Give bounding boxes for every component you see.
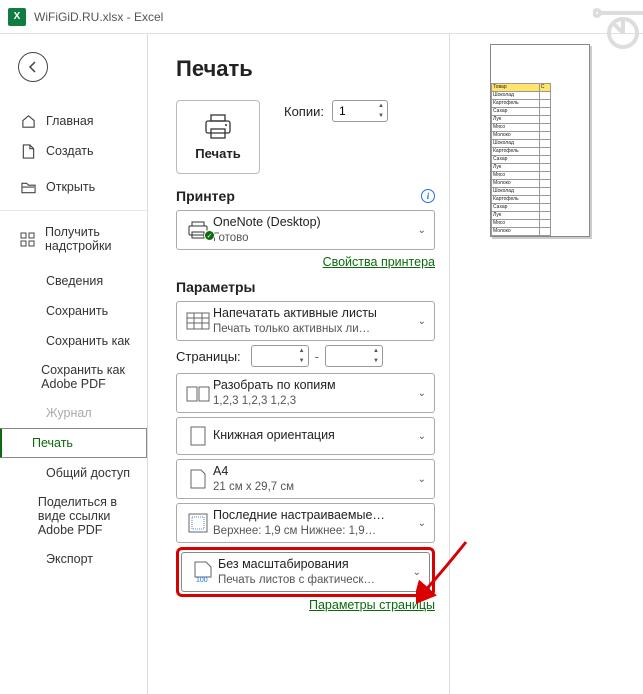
new-icon xyxy=(20,143,36,159)
paper-secondary: 21 см x 29,7 см xyxy=(213,480,416,494)
pages-separator: - xyxy=(315,349,319,364)
sidebar-item-new[interactable]: Создать xyxy=(0,136,147,166)
margins-secondary: Верхнее: 1,9 см Нижнее: 1,9… xyxy=(213,524,416,538)
sidebar: Главная Создать Открыть Получить надстро… xyxy=(0,34,148,694)
preview-table: ТоварСШоколадКартофельСахарЛукМясоМолоко… xyxy=(491,83,551,236)
sidebar-item-export[interactable]: Экспорт xyxy=(0,544,147,574)
sidebar-item-print[interactable]: Печать xyxy=(0,428,147,458)
back-button[interactable] xyxy=(18,52,48,82)
pages-label: Страницы: xyxy=(176,349,241,364)
orientation-label: Книжная ориентация xyxy=(213,428,416,444)
page-title: Печать xyxy=(176,56,435,82)
print-what-primary: Напечатать активные листы xyxy=(213,306,416,322)
sidebar-item-saveas-pdf[interactable]: Сохранить как Adobe PDF xyxy=(0,356,147,398)
chevron-down-icon: ⌄ xyxy=(416,225,428,236)
sidebar-label: Поделиться в виде ссылки Adobe PDF xyxy=(38,495,147,537)
window-title: WiFiGiD.RU.xlsx - Excel xyxy=(34,10,163,24)
sidebar-label: Открыть xyxy=(46,180,95,194)
highlight-annotation: 100 Без масштабирования Печать листов с … xyxy=(176,547,435,597)
sidebar-label: Сведения xyxy=(46,274,103,288)
preview-sheet: ТоварСШоколадКартофельСахарЛукМясоМолоко… xyxy=(490,44,590,237)
printer-icon xyxy=(203,114,233,140)
paper-dropdown[interactable]: A4 21 см x 29,7 см ⌄ xyxy=(176,459,435,499)
excel-app-icon: X xyxy=(8,8,26,26)
sidebar-label: Создать xyxy=(46,144,94,158)
addins-icon xyxy=(20,231,35,247)
sidebar-item-save[interactable]: Сохранить xyxy=(0,296,147,326)
orientation-dropdown[interactable]: Книжная ориентация ⌄ xyxy=(176,417,435,455)
printer-dropdown[interactable]: ✓ OneNote (Desktop) Готово ⌄ xyxy=(176,210,435,250)
copies-spinner[interactable]: ▲▼ xyxy=(375,101,387,121)
print-what-dropdown[interactable]: Напечатать активные листы Печать только … xyxy=(176,301,435,341)
scaling-icon: 100 xyxy=(188,561,218,583)
chevron-down-icon: ⌄ xyxy=(416,431,428,442)
margins-icon xyxy=(183,513,213,533)
sidebar-label: Печать xyxy=(32,436,73,450)
sheets-icon xyxy=(183,312,213,330)
parameters-section-title: Параметры xyxy=(176,279,256,295)
sidebar-item-share[interactable]: Общий доступ xyxy=(0,458,147,488)
sidebar-item-share-pdf[interactable]: Поделиться в виде ссылки Adobe PDF xyxy=(0,488,147,544)
info-icon[interactable]: i xyxy=(421,189,435,203)
page-setup-link[interactable]: Параметры страницы xyxy=(309,598,435,612)
printer-section-title: Принтер xyxy=(176,188,235,204)
chevron-down-icon: ⌄ xyxy=(411,567,423,578)
sidebar-label: Сохранить как Adobe PDF xyxy=(41,363,147,391)
chevron-down-icon: ⌄ xyxy=(416,474,428,485)
sidebar-item-home[interactable]: Главная xyxy=(0,106,147,136)
chevron-down-icon: ⌄ xyxy=(416,316,428,327)
sidebar-label: Сохранить как xyxy=(46,334,130,348)
print-what-secondary: Печать только активных ли… xyxy=(213,322,416,336)
sidebar-label: Получить надстройки xyxy=(45,225,147,253)
copies-label: Копии: xyxy=(284,104,324,119)
sidebar-label: Главная xyxy=(46,114,94,128)
print-button-label: Печать xyxy=(195,146,240,161)
open-icon xyxy=(20,179,36,195)
collate-primary: Разобрать по копиям xyxy=(213,378,416,394)
margins-primary: Последние настраиваемые… xyxy=(213,508,416,524)
scaling-primary: Без масштабирования xyxy=(218,557,411,573)
printer-properties-link[interactable]: Свойства принтера xyxy=(323,255,435,269)
print-settings-pane: Печать Печать Копии: ▲▼ Принтер i xyxy=(148,34,450,694)
sidebar-item-addins[interactable]: Получить надстройки xyxy=(0,210,147,260)
collate-dropdown[interactable]: Разобрать по копиям 1,2,3 1,2,3 1,2,3 ⌄ xyxy=(176,373,435,413)
sidebar-label: Общий доступ xyxy=(46,466,130,480)
printer-status: Готово xyxy=(213,231,416,245)
svg-text:100: 100 xyxy=(196,577,208,583)
sidebar-item-open[interactable]: Открыть xyxy=(0,172,147,202)
margins-dropdown[interactable]: Последние настраиваемые… Верхнее: 1,9 см… xyxy=(176,503,435,543)
collate-icon xyxy=(183,384,213,402)
paper-primary: A4 xyxy=(213,464,416,480)
printer-name: OneNote (Desktop) xyxy=(213,215,416,231)
scaling-dropdown[interactable]: 100 Без масштабирования Печать листов с … xyxy=(181,552,430,592)
home-icon xyxy=(20,113,36,129)
chevron-down-icon: ⌄ xyxy=(416,388,428,399)
print-preview-pane: ТоварСШоколадКартофельСахарЛукМясоМолоко… xyxy=(450,34,643,694)
collate-secondary: 1,2,3 1,2,3 1,2,3 xyxy=(213,394,416,408)
sidebar-label: Экспорт xyxy=(46,552,93,566)
printer-ready-icon: ✓ xyxy=(183,221,213,239)
page-to-spinner[interactable]: ▲▼ xyxy=(370,346,382,366)
sidebar-label: Сохранить xyxy=(46,304,108,318)
titlebar: X WiFiGiD.RU.xlsx - Excel xyxy=(0,0,643,34)
chevron-down-icon: ⌄ xyxy=(416,518,428,529)
sidebar-item-info[interactable]: Сведения xyxy=(0,266,147,296)
print-button[interactable]: Печать xyxy=(176,100,260,174)
page-from-spinner[interactable]: ▲▼ xyxy=(296,346,308,366)
sidebar-item-saveas[interactable]: Сохранить как xyxy=(0,326,147,356)
sidebar-item-history[interactable]: Журнал xyxy=(0,398,147,428)
sidebar-label: Журнал xyxy=(46,406,92,420)
paper-icon xyxy=(183,469,213,489)
portrait-icon xyxy=(183,426,213,446)
scaling-secondary: Печать листов с фактическ… xyxy=(218,573,411,587)
